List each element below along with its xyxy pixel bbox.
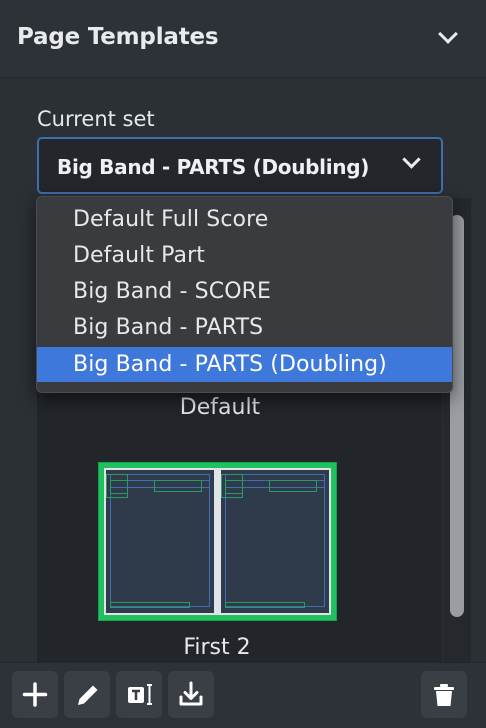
bottom-toolbar [0, 662, 486, 728]
frame-footer [110, 602, 190, 608]
add-template-button[interactable] [12, 671, 58, 718]
current-set-dropdown: Default Full Score Default Part Big Band… [36, 196, 453, 393]
delete-template-button[interactable] [421, 671, 467, 718]
frame-footer [225, 602, 305, 608]
plus-icon [22, 682, 48, 707]
frame-text [225, 480, 243, 494]
chevron-down-icon[interactable] [438, 24, 458, 44]
dropdown-option[interactable]: Big Band - SCORE [37, 274, 452, 309]
dropdown-option-selected[interactable]: Big Band - PARTS (Doubling) [37, 347, 452, 382]
current-set-label: Current set [37, 107, 155, 131]
template-thumbnail-first-2[interactable] [98, 462, 337, 621]
thumbnail-page-right [221, 470, 329, 613]
frame-text [110, 480, 128, 494]
import-icon [179, 681, 203, 706]
frame-text [269, 480, 317, 492]
trash-icon [434, 684, 454, 706]
dropdown-option[interactable]: Default Part [37, 238, 452, 273]
dropdown-option[interactable]: Default Full Score [37, 202, 452, 237]
panel-title: Page Templates [17, 24, 219, 50]
panel-header[interactable]: Page Templates [0, 0, 486, 78]
chevron-down-icon [402, 150, 421, 169]
text-frame-button[interactable] [116, 671, 162, 718]
current-set-select[interactable]: Big Band - PARTS (Doubling) [37, 137, 443, 194]
frame-text [154, 480, 202, 492]
template-label-first-2[interactable]: First 2 [137, 635, 297, 660]
thumbnail-page-left [106, 470, 214, 613]
import-template-button[interactable] [168, 671, 214, 718]
template-label-default[interactable]: Default [140, 395, 300, 420]
pencil-icon [78, 685, 98, 705]
text-frame-icon [128, 684, 152, 705]
edit-template-button[interactable] [64, 671, 110, 718]
current-set-value: Big Band - PARTS (Doubling) [57, 155, 370, 179]
thumbnail-spread [104, 468, 331, 615]
dropdown-option[interactable]: Big Band - PARTS [37, 310, 452, 345]
